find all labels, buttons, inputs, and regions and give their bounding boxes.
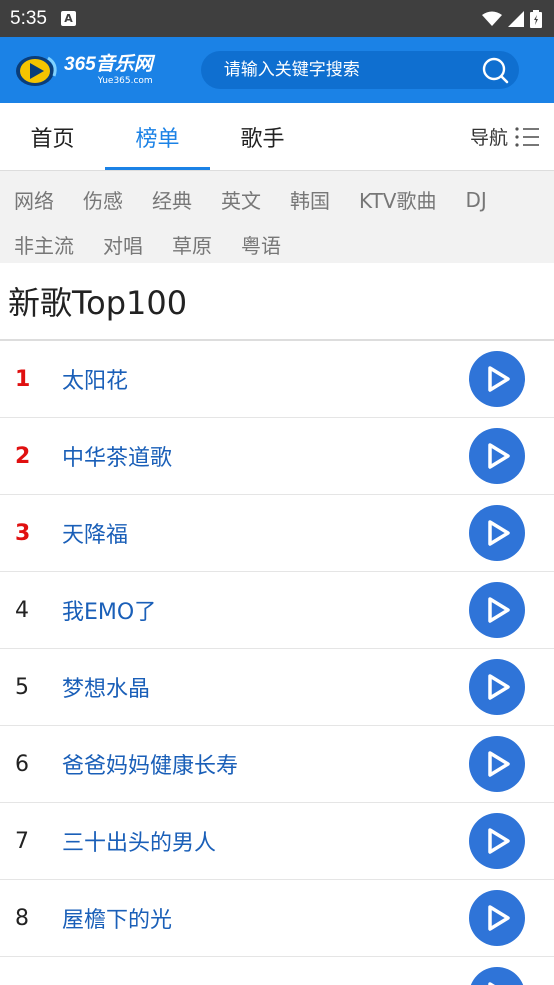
play-icon <box>488 828 510 854</box>
notification-a-icon: A <box>60 11 76 26</box>
song-title[interactable]: 屋檐下的光 <box>62 902 469 934</box>
song-rank: 1 <box>15 366 31 392</box>
song-row[interactable]: 3 天降福 <box>0 495 554 572</box>
play-button[interactable] <box>469 659 525 715</box>
song-row[interactable]: 8 屋檐下的光 <box>0 880 554 957</box>
song-list: 1 太阳花 2 中华茶道歌 3 天降福 4 我EMO了 5 梦想水晶 6 爸爸妈… <box>0 341 554 985</box>
status-bar: 5:35 A <box>0 0 554 37</box>
logo-brand: 365音乐网 <box>64 53 153 75</box>
song-row[interactable]: 6 爸爸妈妈健康长寿 <box>0 726 554 803</box>
tab-charts[interactable]: 榜单 <box>105 103 210 170</box>
play-icon <box>488 905 510 931</box>
logo-disc-icon <box>16 56 57 86</box>
list-title: 新歌Top100 <box>0 263 554 341</box>
song-row[interactable]: 4 我EMO了 <box>0 572 554 649</box>
category-row: 非主流 对唱 草原 粤语 <box>14 222 554 267</box>
logo-subtitle: Yue365.com <box>97 75 153 86</box>
play-button[interactable] <box>469 890 525 946</box>
category-grassland[interactable]: 草原 <box>172 230 212 259</box>
song-rank: 2 <box>15 443 31 469</box>
tab-home[interactable]: 首页 <box>0 103 105 170</box>
song-row[interactable]: 1 太阳花 <box>0 341 554 418</box>
search-input[interactable] <box>223 60 481 80</box>
play-button[interactable] <box>469 428 525 484</box>
category-sad[interactable]: 伤感 <box>83 185 123 214</box>
search-icon[interactable] <box>481 56 509 84</box>
play-button[interactable] <box>469 582 525 638</box>
song-title[interactable]: 爸爸妈妈健康长寿 <box>62 748 469 780</box>
play-button[interactable] <box>469 505 525 561</box>
battery-icon <box>530 9 542 28</box>
site-logo[interactable]: 365音乐网 Yue365.com <box>14 52 153 88</box>
menu-list-icon <box>515 126 539 147</box>
category-korean[interactable]: 韩国 <box>290 185 330 214</box>
song-rank: 4 <box>15 597 29 623</box>
song-rank: 8 <box>15 905 29 931</box>
play-button[interactable] <box>469 967 525 985</box>
status-icons <box>482 9 542 28</box>
song-row[interactable]: 5 梦想水晶 <box>0 649 554 726</box>
nav-label: 导航 <box>469 127 508 149</box>
app-header: 365音乐网 Yue365.com <box>0 37 554 103</box>
song-row[interactable]: 2 中华茶道歌 <box>0 418 554 495</box>
song-title[interactable]: 天降福 <box>62 517 469 549</box>
song-rank: 7 <box>15 828 29 854</box>
search-bar[interactable] <box>200 51 519 89</box>
song-rank: 6 <box>15 751 29 777</box>
category-ktv[interactable]: KTV歌曲 <box>359 185 436 214</box>
song-title[interactable]: 中华茶道歌 <box>62 440 469 472</box>
main-tabs: 首页 榜单 歌手 导航 <box>0 103 554 171</box>
play-icon <box>488 674 510 700</box>
category-non-mainstream[interactable]: 非主流 <box>14 230 74 259</box>
signal-icon <box>508 10 524 27</box>
song-row[interactable]: 7 三十出头的男人 <box>0 803 554 880</box>
category-network[interactable]: 网络 <box>14 185 54 214</box>
play-button[interactable] <box>469 736 525 792</box>
category-duet[interactable]: 对唱 <box>103 230 143 259</box>
song-title[interactable]: 我EMO了 <box>62 594 469 626</box>
song-rank: 5 <box>15 674 29 700</box>
song-rank: 3 <box>15 520 31 546</box>
play-icon <box>488 751 510 777</box>
tab-singers[interactable]: 歌手 <box>210 103 315 170</box>
play-icon <box>488 520 510 546</box>
wifi-icon <box>482 11 502 26</box>
category-dj[interactable]: DJ <box>465 188 486 212</box>
status-time: 5:35 <box>10 7 47 29</box>
song-title[interactable]: 三十出头的男人 <box>62 825 469 857</box>
play-icon <box>488 366 510 392</box>
play-icon <box>488 443 510 469</box>
category-classic[interactable]: 经典 <box>152 185 192 214</box>
play-button[interactable] <box>469 813 525 869</box>
category-row: 网络 伤感 经典 英文 韩国 KTV歌曲 DJ <box>14 177 554 222</box>
song-title[interactable]: 太阳花 <box>62 363 469 395</box>
play-icon <box>488 597 510 623</box>
play-icon <box>488 982 495 985</box>
song-row-partial[interactable] <box>0 957 554 985</box>
song-title[interactable]: 梦想水晶 <box>62 671 469 703</box>
nav-menu-button[interactable]: 导航 <box>470 103 554 170</box>
play-button[interactable] <box>469 351 525 407</box>
category-cantonese[interactable]: 粤语 <box>241 230 281 259</box>
category-filter: 网络 伤感 经典 英文 韩国 KTV歌曲 DJ 非主流 对唱 草原 粤语 <box>0 171 554 263</box>
category-english[interactable]: 英文 <box>221 185 261 214</box>
